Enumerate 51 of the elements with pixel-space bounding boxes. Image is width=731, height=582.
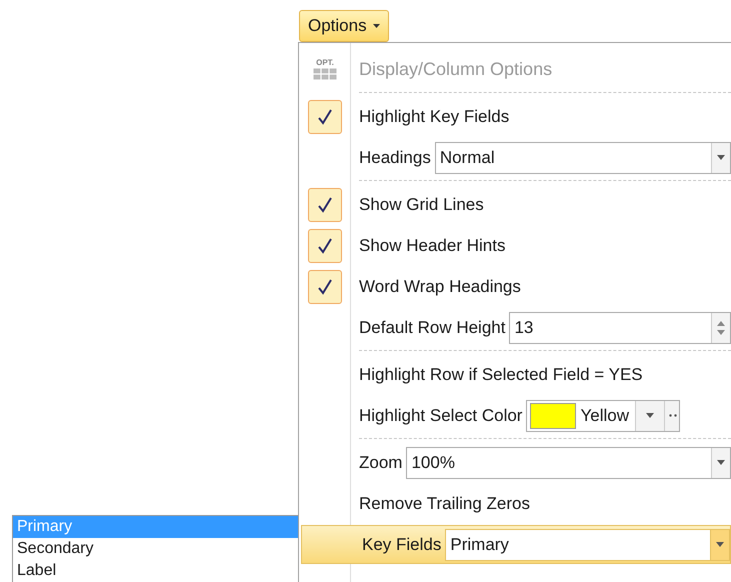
item-label: Highlight Row if Selected Field = YES	[359, 364, 643, 384]
menu-row[interactable]: Key Fields Primary	[301, 525, 731, 564]
menu-row[interactable]: OPT. Display/Column Options	[299, 49, 731, 90]
checkmark-icon	[317, 278, 333, 296]
item-label: Word Wrap Headings	[359, 276, 521, 296]
combo-box[interactable]: 100%	[406, 446, 731, 478]
menu-row[interactable]: Highlight Key Fields	[299, 96, 731, 137]
checkmark-icon	[317, 108, 333, 126]
combo-box[interactable]: Primary	[445, 528, 730, 560]
menu-row[interactable]: Headings Normal	[299, 137, 731, 178]
item-label: Highlight Key Fields	[359, 106, 510, 126]
spin-arrows-icon	[717, 320, 725, 336]
menu-row[interactable]: Highlight Row if Selected Field = YES	[299, 354, 731, 395]
checkbox[interactable]	[308, 188, 342, 222]
menu-row[interactable]: Default Row Height 13	[299, 307, 731, 348]
menu-row[interactable]: Highlight Select Color Yellow	[299, 395, 731, 436]
checkmark-icon	[317, 236, 333, 254]
checkbox[interactable]	[308, 228, 342, 262]
list-option[interactable]: Secondary	[13, 538, 298, 560]
item-label: Remove Trailing Zeros	[359, 494, 530, 514]
menu-row[interactable]: Show Header Hints	[299, 225, 731, 266]
caret-icon	[372, 24, 380, 28]
dropdown-button[interactable]	[711, 448, 730, 478]
list-option[interactable]: Label	[13, 560, 298, 582]
field-label: Default Row Height	[359, 318, 506, 338]
spin-box[interactable]: 13	[509, 312, 731, 344]
item-label: Show Grid Lines	[359, 194, 484, 214]
menu-row[interactable]: Show Grid Lines	[299, 184, 731, 225]
caret-icon	[646, 413, 654, 418]
field-label: Zoom	[359, 452, 402, 472]
caret-icon	[717, 460, 725, 465]
combo-box[interactable]: Normal	[434, 142, 731, 174]
menu-row[interactable]: Remove Trailing Zeros	[299, 483, 731, 524]
section-title: Display/Column Options	[359, 59, 552, 80]
dropdown-button[interactable]	[635, 400, 664, 430]
caret-icon	[717, 155, 725, 160]
options-button[interactable]: Options	[299, 10, 389, 42]
menu-row[interactable]: Word Wrap Headings	[299, 266, 731, 307]
field-label: Key Fields	[362, 534, 442, 554]
menu-row[interactable]: Zoom 100%	[299, 442, 731, 483]
checkbox[interactable]	[308, 100, 342, 134]
spin-buttons[interactable]	[711, 312, 730, 342]
dropdown-button[interactable]	[710, 530, 729, 560]
item-label: Show Header Hints	[359, 236, 506, 256]
checkbox[interactable]	[308, 270, 342, 304]
field-label: Headings	[359, 148, 431, 168]
checkmark-icon	[317, 196, 333, 214]
dropdown-button[interactable]	[711, 142, 730, 172]
caret-icon	[716, 542, 724, 547]
field-label: Highlight Select Color	[359, 406, 522, 426]
color-picker[interactable]: Yellow	[526, 400, 680, 432]
